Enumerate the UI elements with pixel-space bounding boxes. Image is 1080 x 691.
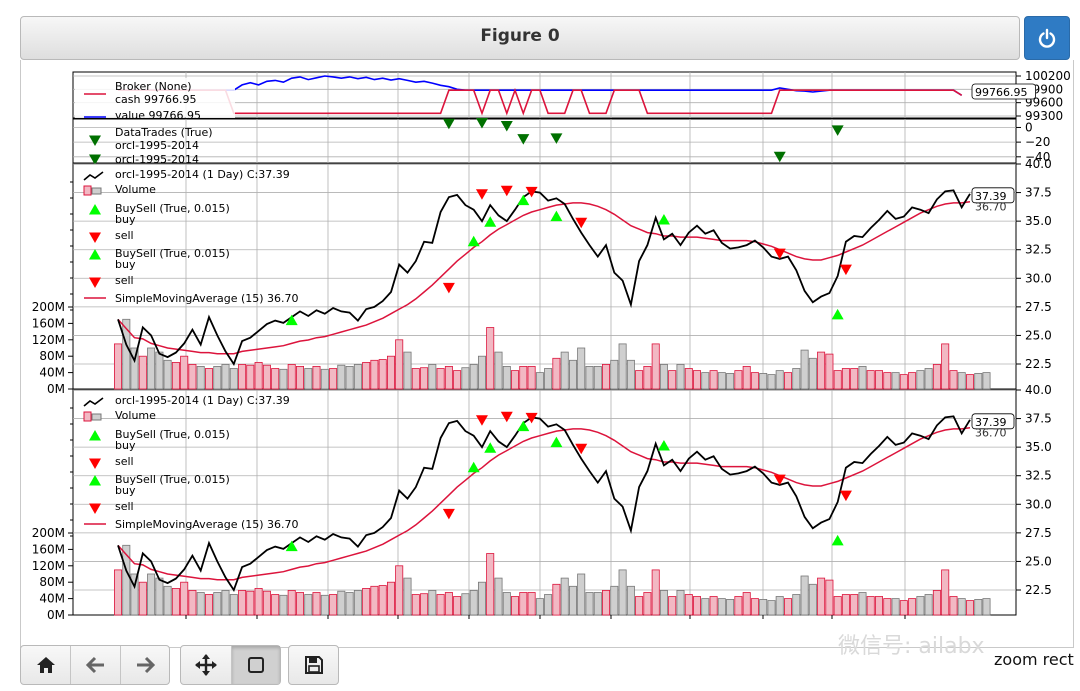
home-button[interactable] — [21, 646, 70, 684]
save-toolbar-group — [288, 645, 339, 685]
back-icon — [85, 656, 104, 674]
watermark: 微信号: ailabx — [838, 634, 985, 659]
save-icon — [304, 656, 323, 674]
zoom-rect-button[interactable] — [230, 646, 280, 684]
pan-button[interactable] — [181, 646, 231, 684]
figure-title: Figure 0 — [480, 26, 560, 46]
close-figure-button[interactable] — [1024, 16, 1070, 60]
move-icon — [194, 654, 217, 676]
back-button[interactable] — [70, 646, 119, 684]
forward-button[interactable] — [119, 646, 169, 684]
power-icon — [1038, 28, 1056, 48]
zoom-toolbar-group — [180, 645, 281, 685]
status-text: zoom rect — [994, 650, 1074, 669]
nav-toolbar-group — [20, 645, 170, 685]
figure-canvas[interactable] — [20, 60, 1074, 648]
home-icon — [36, 657, 55, 673]
figure-titlebar: Figure 0 — [20, 16, 1020, 60]
rect-zoom-icon — [247, 657, 264, 673]
forward-icon — [136, 656, 155, 674]
save-button[interactable] — [289, 646, 338, 684]
